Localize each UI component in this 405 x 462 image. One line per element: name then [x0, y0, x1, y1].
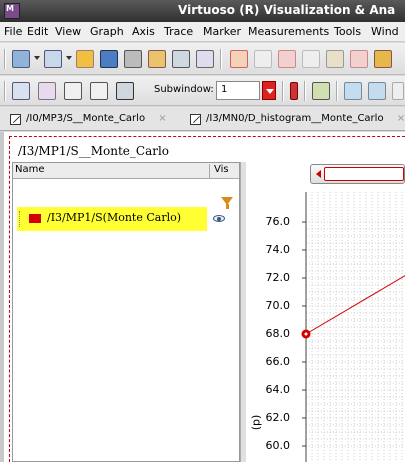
tab-close-icon[interactable]: ×	[397, 113, 405, 124]
toolbar-separator	[304, 81, 306, 101]
y-tick-label: 60.0	[265, 439, 291, 452]
app-icon-text: M	[6, 4, 14, 13]
menu-file[interactable]: File	[4, 25, 22, 38]
menu-bar: File Edit View Graph Axis Trace Marker M…	[0, 22, 405, 42]
y-tick-label: 68.0	[265, 327, 291, 340]
active-subwindow-frame	[9, 136, 405, 137]
more-icon[interactable]	[392, 82, 404, 100]
column-vis-header[interactable]: Vis	[209, 164, 229, 179]
export-icon[interactable]	[172, 50, 190, 68]
redo-icon[interactable]	[254, 50, 272, 68]
trace-point-marker-center	[304, 332, 308, 336]
delete-icon[interactable]	[350, 50, 368, 68]
marker-flag-icon[interactable]	[290, 82, 298, 100]
trace-list-item[interactable]: /I3/MP1/S(Monte Carlo)	[17, 207, 207, 231]
secondary-toolbar: Subwindow: 1	[0, 76, 405, 106]
main-toolbar	[0, 43, 405, 75]
toolbar-separator	[220, 49, 222, 69]
menu-view[interactable]: View	[55, 25, 81, 38]
open-folder-icon[interactable]	[76, 50, 94, 68]
filter-icon-stem	[226, 204, 229, 209]
menu-measurements[interactable]: Measurements	[248, 25, 329, 38]
toolbar-grip	[4, 49, 6, 69]
rows-icon[interactable]	[64, 82, 82, 100]
title-bar: M Virtuoso (R) Visualization & Ana	[0, 0, 405, 22]
pointer-icon[interactable]	[12, 82, 30, 100]
subwindow-input[interactable]: 1	[216, 81, 260, 100]
print-preview-icon[interactable]	[148, 50, 166, 68]
trace-list-header: Name Vis	[13, 163, 239, 179]
toolbar-separator	[336, 81, 338, 101]
forward-arrow-icon[interactable]	[368, 82, 386, 100]
menu-axis[interactable]: Axis	[132, 25, 155, 38]
y-tick-label: 72.0	[265, 271, 291, 284]
copy-icon[interactable]	[302, 50, 320, 68]
layout-icon[interactable]	[44, 50, 62, 68]
trace-label: /I3/MP1/S(Monte Carlo)	[47, 211, 182, 224]
paste-icon[interactable]	[326, 50, 344, 68]
save-icon[interactable]	[100, 50, 118, 68]
plot-area[interactable]	[296, 192, 405, 462]
panel-splitter[interactable]	[240, 162, 246, 462]
toolbar-separator	[282, 81, 284, 101]
trace-list-panel: Name Vis /I3/MP1/S(Monte Carlo)	[12, 162, 240, 462]
print-icon[interactable]	[124, 50, 142, 68]
tab-label: /I3/MN0/D_histogram__Monte_Carlo	[206, 113, 384, 124]
tab-label: /I0/MP3/S__Monte_Carlo	[26, 113, 146, 124]
active-subwindow-frame-left	[9, 136, 10, 462]
graph-tab-icon	[10, 114, 21, 125]
slider-thumb[interactable]	[324, 167, 404, 181]
x-axis-scroll-slider[interactable]	[310, 164, 405, 184]
subwindow-label: Subwindow:	[154, 84, 214, 95]
y-axis-label: (p)	[249, 414, 263, 431]
toolbar-grip	[4, 81, 6, 101]
columns-icon[interactable]	[90, 82, 108, 100]
window-title: Virtuoso (R) Visualization & Ana	[178, 3, 396, 17]
tab-bar: /I0/MP3/S__Monte_Carlo × /I3/MN0/D_histo…	[0, 107, 405, 131]
menu-window[interactable]: Wind	[371, 25, 399, 38]
strip-icon[interactable]	[38, 82, 56, 100]
tab-i3-mn0-histogram[interactable]: /I3/MN0/D_histogram__Monte_Carlo ×	[184, 110, 405, 130]
grid-icon[interactable]	[116, 82, 134, 100]
undo-icon[interactable]	[230, 50, 248, 68]
y-tick-label: 64.0	[265, 383, 291, 396]
zoom-icon[interactable]	[312, 82, 330, 100]
subwindow-title: /I3/MP1/S__Monte_Carlo	[18, 144, 170, 158]
menu-graph[interactable]: Graph	[90, 25, 124, 38]
left-dock-edge	[0, 132, 4, 462]
tab-close-icon[interactable]: ×	[158, 113, 166, 124]
layout-dropdown-icon[interactable]	[66, 56, 72, 60]
subwindow-dropdown-icon[interactable]	[262, 81, 276, 100]
bookmark-icon[interactable]	[374, 50, 392, 68]
y-tick-label: 76.0	[265, 215, 291, 228]
menu-marker[interactable]: Marker	[203, 25, 241, 38]
tree-connector	[19, 211, 20, 227]
column-name-header[interactable]: Name	[15, 164, 45, 175]
back-arrow-icon[interactable]	[344, 82, 362, 100]
new-window-icon[interactable]	[12, 50, 30, 68]
menu-edit[interactable]: Edit	[27, 25, 48, 38]
edit-icon[interactable]	[196, 50, 214, 68]
y-tick-label: 74.0	[265, 243, 291, 256]
menu-trace[interactable]: Trace	[164, 25, 193, 38]
cut-icon[interactable]	[278, 50, 296, 68]
graph-tab-icon	[190, 114, 201, 125]
visibility-eye-icon[interactable]	[213, 215, 225, 222]
slider-left-arrow-icon[interactable]	[316, 170, 321, 178]
trace-color-swatch	[29, 214, 41, 223]
y-tick-label: 66.0	[265, 355, 291, 368]
menu-tools[interactable]: Tools	[334, 25, 361, 38]
y-tick-label: 70.0	[265, 299, 291, 312]
new-window-dropdown-icon[interactable]	[34, 56, 40, 60]
tab-i0-mp3[interactable]: /I0/MP3/S__Monte_Carlo ×	[4, 110, 182, 130]
